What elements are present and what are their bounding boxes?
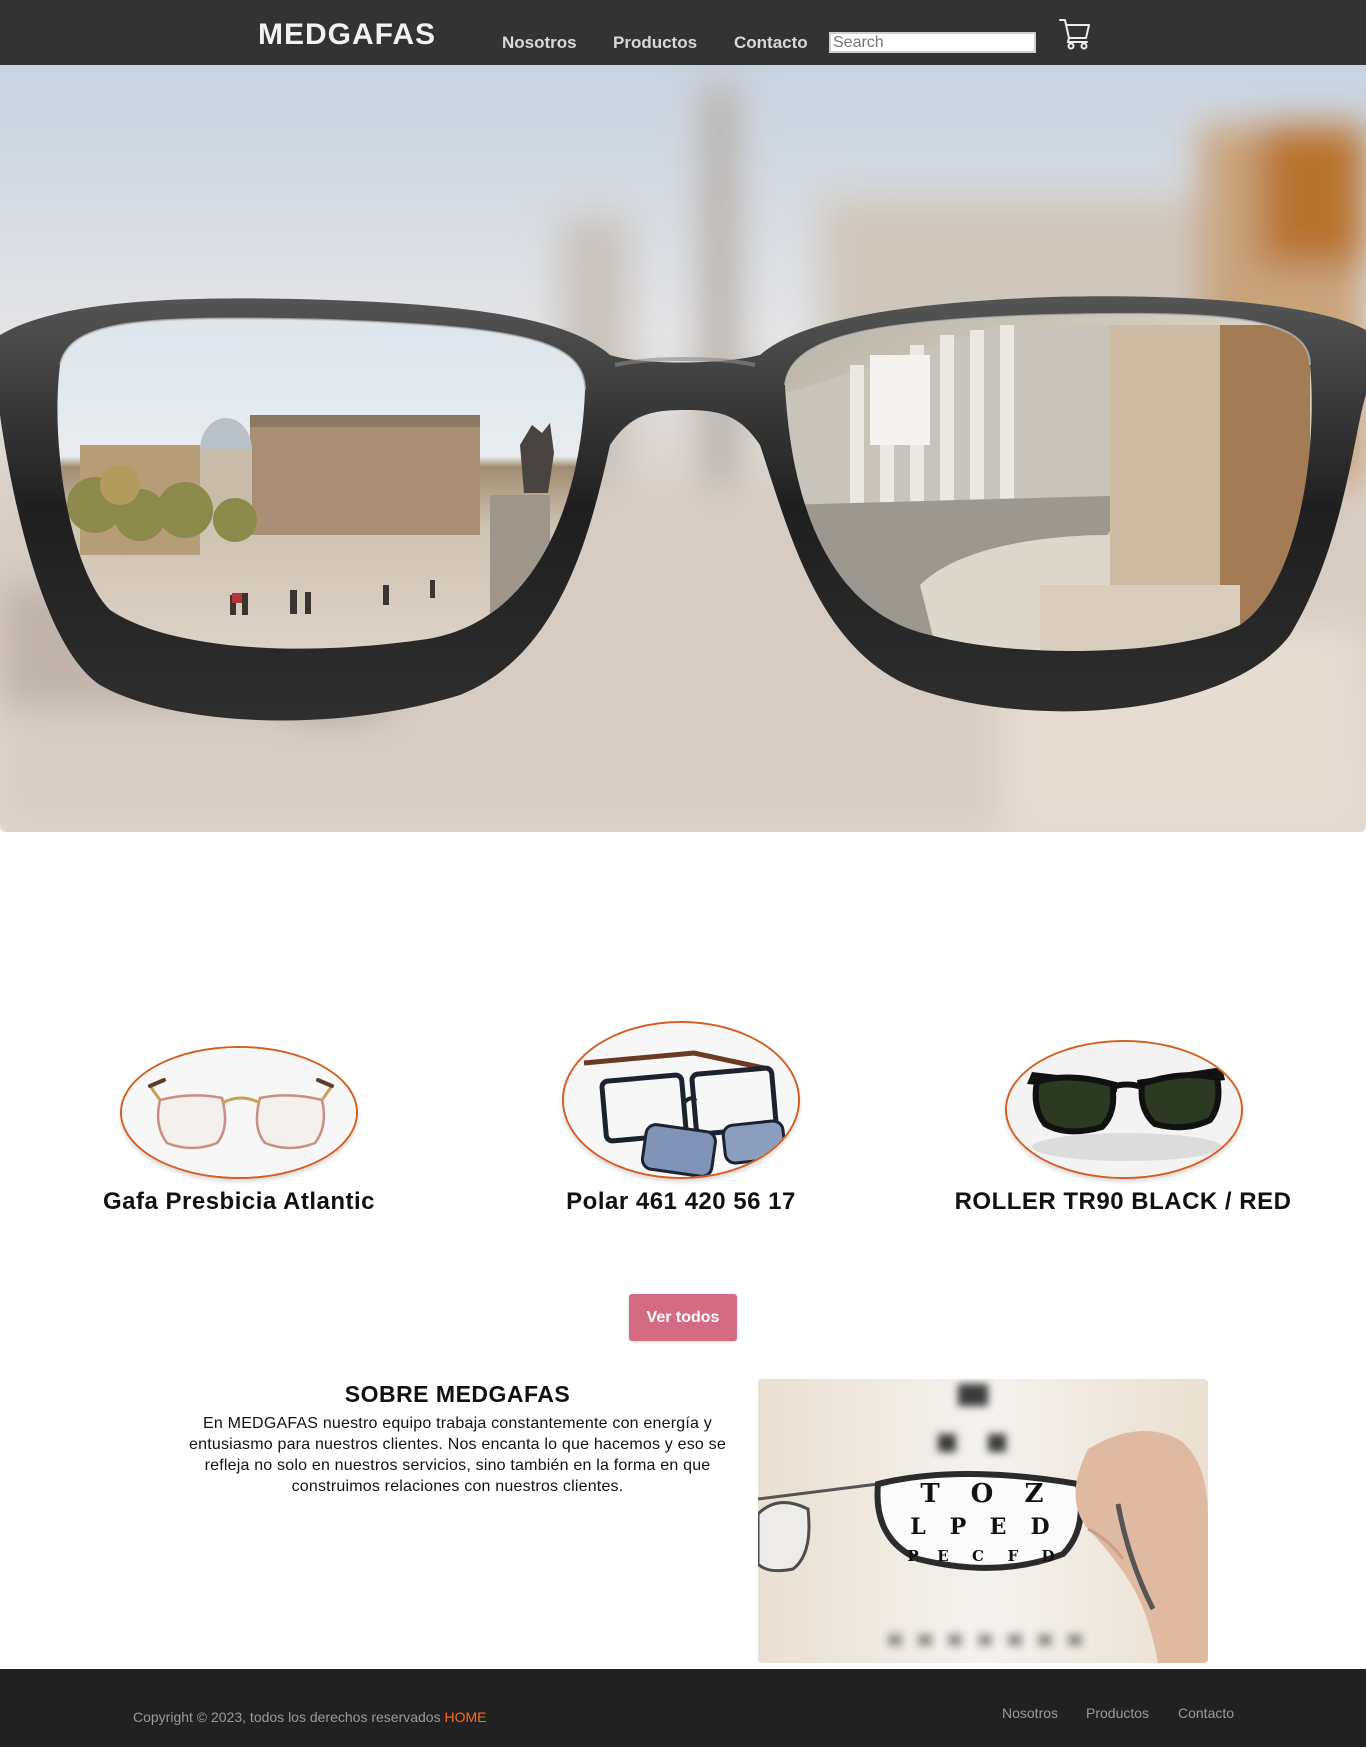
- chart-letter-o: O: [971, 1479, 994, 1509]
- eye-chart-image: T O Z L P E D P E C F D: [758, 1379, 1208, 1663]
- hero-image: [0, 65, 1366, 832]
- footer: Copyright © 2023, todos los derechos res…: [0, 1669, 1366, 1747]
- about-title: SOBRE MEDGAFAS: [344, 1381, 571, 1407]
- product-image-2[interactable]: [562, 1021, 800, 1179]
- chart-letter-d2: D: [1041, 1547, 1054, 1565]
- footer-home-link[interactable]: HOME: [445, 1709, 487, 1725]
- chart-letter-e: E: [990, 1514, 1007, 1540]
- top-navbar: MEDGAFAS Nosotros Productos Contacto: [0, 0, 1366, 65]
- product-image-3[interactable]: [1005, 1040, 1243, 1179]
- copyright-text: Copyright © 2023, todos los derechos res…: [133, 1709, 487, 1725]
- cart-icon[interactable]: [1058, 16, 1092, 50]
- chart-letter-f: F: [1008, 1547, 1019, 1565]
- nav-link-contacto[interactable]: Contacto: [734, 33, 808, 53]
- product-image-1[interactable]: [120, 1046, 358, 1179]
- footer-link-nosotros[interactable]: Nosotros: [1002, 1705, 1058, 1721]
- chart-letter-p: P: [950, 1514, 967, 1540]
- brand-logo[interactable]: MEDGAFAS: [258, 18, 436, 52]
- nav-link-productos[interactable]: Productos: [613, 33, 697, 53]
- search-input[interactable]: [829, 32, 1036, 53]
- chart-letter-z: Z: [1025, 1479, 1044, 1509]
- footer-link-productos[interactable]: Productos: [1086, 1705, 1149, 1721]
- about-text: En MEDGAFAS nuestro equipo trabaja const…: [189, 1415, 726, 1495]
- product-name-2[interactable]: Polar 461 420 56 17: [566, 1188, 796, 1216]
- chart-letter-l: L: [910, 1514, 925, 1540]
- footer-link-contacto[interactable]: Contacto: [1178, 1705, 1234, 1721]
- chart-letter-d: D: [1030, 1514, 1049, 1540]
- chart-letter-e2: E: [937, 1547, 948, 1565]
- chart-letter-p2: P: [907, 1547, 918, 1565]
- copyright-label: Copyright © 2023, todos los derechos res…: [133, 1709, 445, 1725]
- ver-todos-button[interactable]: Ver todos: [629, 1294, 737, 1341]
- chart-letter-c: C: [972, 1547, 984, 1565]
- product-name-1[interactable]: Gafa Presbicia Atlantic: [103, 1188, 375, 1216]
- product-name-3[interactable]: ROLLER TR90 BLACK / RED: [955, 1188, 1292, 1216]
- nav-link-nosotros[interactable]: Nosotros: [502, 33, 577, 53]
- chart-letter-t: T: [920, 1479, 940, 1509]
